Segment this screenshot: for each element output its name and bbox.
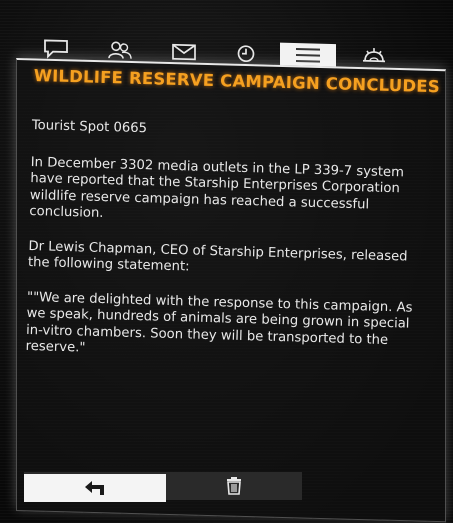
article-paragraph: ""We are delighted with the response to …	[25, 289, 413, 356]
back-button[interactable]	[24, 474, 166, 502]
envelope-icon	[172, 43, 196, 61]
back-arrow-icon	[85, 481, 104, 495]
article-paragraph: In December 3302 media outlets in the LP…	[29, 154, 405, 222]
article-body: Tourist Spot 0665 In December 3302 media…	[25, 118, 430, 385]
people-icon	[108, 41, 132, 59]
delete-button[interactable]	[166, 472, 302, 500]
gear-handshake-icon	[363, 48, 385, 63]
clock-icon	[237, 45, 255, 63]
trash-icon	[227, 477, 241, 495]
article-paragraph: Dr Lewis Chapman, CEO of Starship Enterp…	[27, 238, 408, 275]
chat-bubble-icon	[44, 39, 68, 59]
menu-lines-icon	[296, 48, 320, 63]
